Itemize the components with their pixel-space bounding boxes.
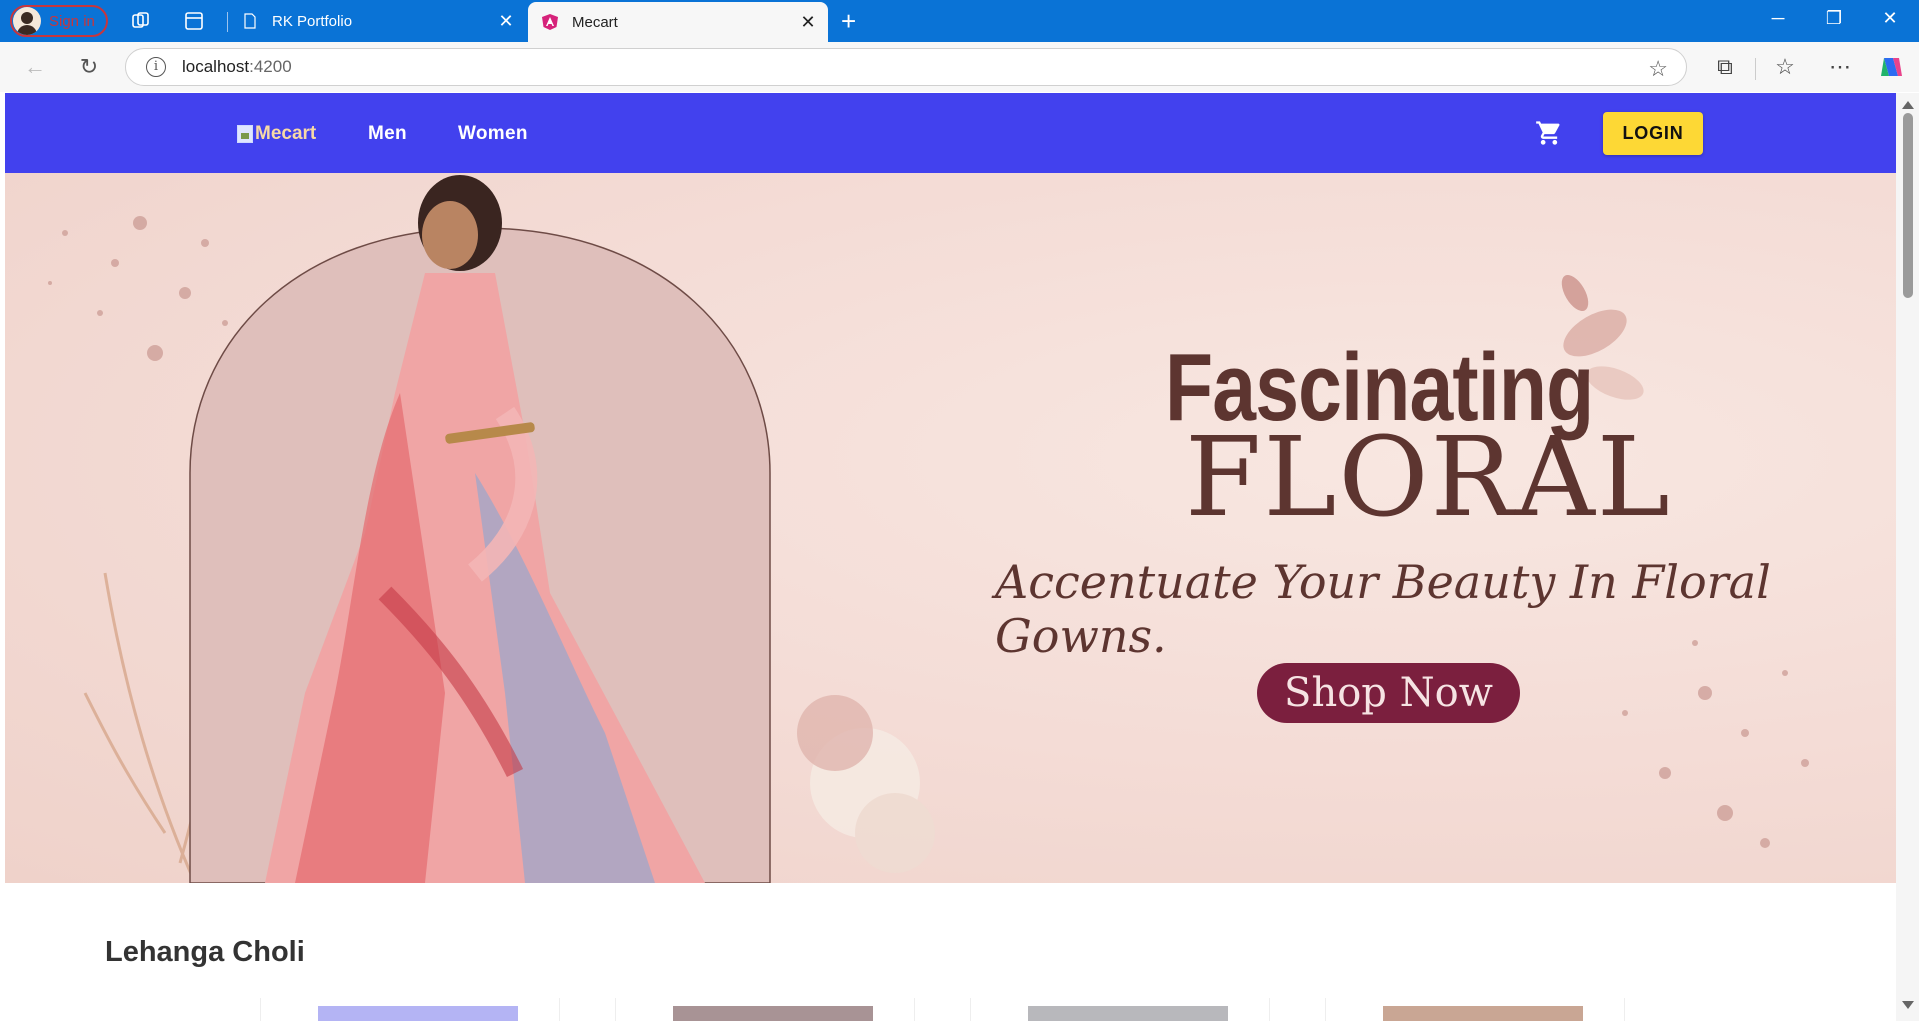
- section-title: Lehanga Choli: [105, 936, 305, 968]
- profile-label: Sign in: [49, 12, 95, 30]
- broken-image-icon: [237, 125, 253, 143]
- page-scrollbar[interactable]: [1896, 93, 1919, 1021]
- tab-rk-portfolio[interactable]: RK Portfolio ✕: [228, 0, 526, 42]
- toolbar-divider: [1755, 58, 1756, 80]
- url-text: localhost:4200: [182, 57, 292, 76]
- scroll-up-icon[interactable]: [1902, 101, 1914, 109]
- brand-logo[interactable]: Mecart: [237, 123, 316, 145]
- site-info-icon[interactable]: i: [146, 57, 166, 77]
- scroll-down-icon[interactable]: [1902, 1001, 1914, 1009]
- hero-tagline: Accentuate Your Beauty In Floral Gowns.: [995, 555, 1771, 663]
- tab-title: Mecart: [572, 13, 618, 31]
- nav-link-men[interactable]: Men: [368, 123, 407, 145]
- favorite-star-icon[interactable]: ☆: [1648, 56, 1668, 82]
- address-bar[interactable]: i localhost:4200 ☆: [125, 48, 1687, 86]
- browser-titlebar: Sign in RK Portfolio ✕ Mecart ✕ + ─ ❐ ✕: [0, 0, 1919, 42]
- close-icon[interactable]: ✕: [496, 11, 516, 32]
- angular-icon: [542, 14, 558, 30]
- avatar: [13, 7, 41, 35]
- login-button[interactable]: LOGIN: [1603, 112, 1703, 155]
- profile-button[interactable]: Sign in: [10, 5, 108, 37]
- more-menu-icon[interactable]: ⋯: [1825, 54, 1855, 80]
- nav-link-women[interactable]: Women: [458, 123, 528, 145]
- page-viewport: Mecart Men Women LOGIN Fascinating FLORA…: [5, 93, 1896, 1021]
- favorites-icon[interactable]: ☆: [1770, 54, 1800, 80]
- hero-title-line2: FLORAL: [1185, 413, 1672, 541]
- site-navbar: Mecart Men Women LOGIN: [5, 93, 1896, 173]
- tab-title: RK Portfolio: [272, 12, 353, 30]
- product-image[interactable]: [673, 1006, 873, 1021]
- restore-icon[interactable]: ❐: [1814, 8, 1854, 29]
- browser-toolbar: ← ↻ i localhost:4200 ☆ ⧉ ☆ ⋯: [0, 42, 1919, 92]
- new-tab-button[interactable]: +: [841, 8, 856, 34]
- hero-banner: Fascinating FLORAL Accentuate Your Beaut…: [5, 173, 1896, 883]
- scrollbar-thumb[interactable]: [1903, 113, 1913, 298]
- product-image[interactable]: [318, 1006, 518, 1021]
- tab-actions-icon[interactable]: [183, 10, 205, 32]
- product-image[interactable]: [1028, 1006, 1228, 1021]
- extensions-icon[interactable]: ⧉: [1710, 54, 1740, 80]
- tab-mecart[interactable]: Mecart ✕: [528, 2, 828, 42]
- cart-icon[interactable]: [1535, 119, 1563, 147]
- workspaces-icon[interactable]: [130, 10, 152, 32]
- back-icon[interactable]: ←: [20, 52, 50, 82]
- product-image[interactable]: [1383, 1006, 1583, 1021]
- refresh-icon[interactable]: ↻: [74, 52, 104, 82]
- close-window-icon[interactable]: ✕: [1870, 8, 1910, 29]
- copilot-icon[interactable]: [1878, 54, 1904, 80]
- shop-now-button[interactable]: Shop Now: [1257, 663, 1520, 723]
- brand-text: Mecart: [255, 123, 317, 144]
- page-icon: [244, 13, 256, 29]
- close-icon[interactable]: ✕: [798, 12, 818, 33]
- minimize-icon[interactable]: ─: [1758, 8, 1798, 29]
